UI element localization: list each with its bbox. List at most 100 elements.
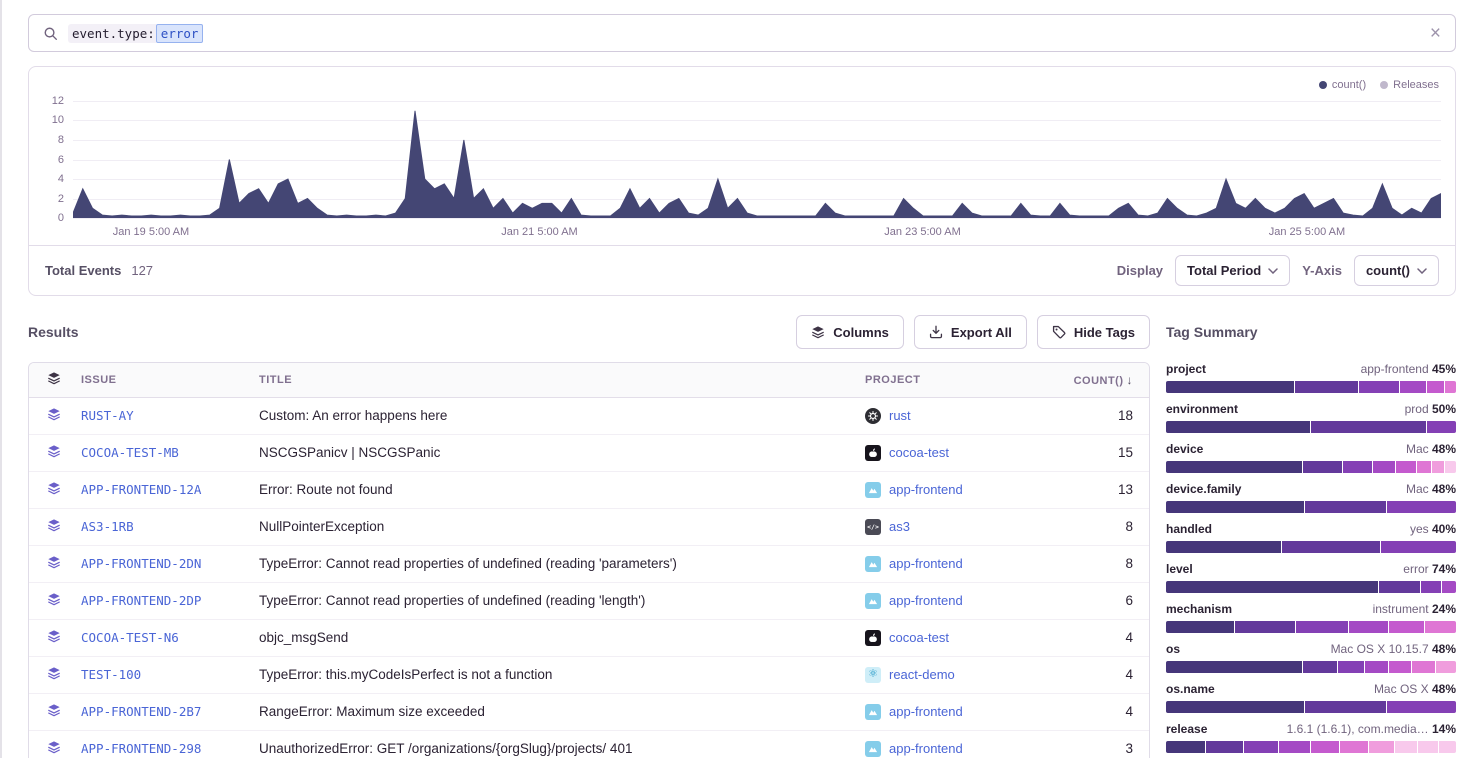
tag-bar-segment bbox=[1412, 661, 1435, 673]
y-axis-dropdown[interactable]: count() bbox=[1354, 255, 1439, 286]
tag-bar-segment bbox=[1303, 461, 1343, 473]
event-count: 15 bbox=[1118, 445, 1133, 460]
issue-link[interactable]: APP-FRONTEND-2DP bbox=[81, 593, 201, 608]
tag-bar-segment bbox=[1442, 581, 1456, 593]
tag-bar-segment bbox=[1311, 421, 1426, 433]
event-count: 4 bbox=[1125, 667, 1133, 682]
project-link[interactable]: app-frontend bbox=[889, 556, 963, 571]
tag-bar-segment bbox=[1206, 741, 1243, 753]
tag-bar-segment bbox=[1445, 381, 1456, 393]
project-link[interactable]: app-frontend bbox=[889, 482, 963, 497]
tag-name: handled bbox=[1166, 522, 1212, 536]
tag-bar-segment bbox=[1303, 661, 1337, 673]
project-link[interactable]: cocoa-test bbox=[889, 630, 949, 645]
chevron-down-icon bbox=[1268, 268, 1278, 274]
event-volume-chart[interactable] bbox=[73, 101, 1441, 218]
column-header-count[interactable]: COUNT()↓ bbox=[1057, 363, 1149, 397]
download-icon bbox=[929, 325, 943, 339]
tag-bar-segment bbox=[1166, 541, 1281, 553]
chevron-down-icon bbox=[1417, 268, 1427, 274]
project-icon bbox=[865, 482, 881, 498]
issue-link[interactable]: AS3-1RB bbox=[81, 519, 134, 534]
issue-link[interactable]: COCOA-TEST-N6 bbox=[81, 630, 179, 645]
issue-link[interactable]: APP-FRONTEND-12A bbox=[81, 482, 201, 497]
issue-layers-icon bbox=[47, 740, 61, 754]
tag-distribution-bar[interactable] bbox=[1166, 661, 1456, 673]
project-icon bbox=[865, 630, 881, 646]
search-query-value[interactable]: error bbox=[156, 24, 204, 43]
tag-top-value: Mac 48% bbox=[1406, 442, 1456, 456]
issue-title: Error: Route not found bbox=[259, 482, 393, 497]
tag-distribution-bar[interactable] bbox=[1166, 501, 1456, 513]
legend-item[interactable]: Releases bbox=[1380, 79, 1439, 91]
results-heading: Results bbox=[28, 324, 79, 340]
table-row: AS3-1RB NullPointerException </> as3 8 bbox=[29, 508, 1149, 545]
display-dropdown[interactable]: Total Period bbox=[1175, 255, 1290, 286]
project-link[interactable]: app-frontend bbox=[889, 593, 963, 608]
hide-tags-button[interactable]: Hide Tags bbox=[1037, 315, 1150, 349]
tag-bar-segment bbox=[1279, 741, 1310, 753]
legend-item[interactable]: count() bbox=[1319, 79, 1366, 91]
issue-link[interactable]: RUST-AY bbox=[81, 408, 134, 423]
tag-name: mechanism bbox=[1166, 602, 1232, 616]
x-tick-label: Jan 25 5:00 AM bbox=[1269, 226, 1345, 238]
chart-y-axis: 024681012 bbox=[37, 101, 73, 218]
tag-name: os.name bbox=[1166, 682, 1215, 696]
column-header-stack[interactable] bbox=[29, 363, 65, 397]
tag-name: device.family bbox=[1166, 482, 1241, 496]
search-query-key[interactable]: event.type: bbox=[68, 24, 156, 43]
issue-link[interactable]: COCOA-TEST-MB bbox=[81, 445, 179, 460]
issue-link[interactable]: APP-FRONTEND-2B7 bbox=[81, 704, 201, 719]
tag-bar-segment bbox=[1425, 621, 1456, 633]
tag-bar-segment bbox=[1445, 461, 1456, 473]
layers-icon bbox=[811, 325, 825, 339]
column-header-title[interactable]: TITLE bbox=[243, 363, 849, 397]
issue-link[interactable]: TEST-100 bbox=[81, 667, 141, 682]
project-link[interactable]: react-demo bbox=[889, 667, 955, 682]
tag-bar-segment bbox=[1436, 661, 1456, 673]
layers-icon bbox=[47, 371, 61, 385]
tag-distribution-bar[interactable] bbox=[1166, 741, 1456, 753]
project-link[interactable]: rust bbox=[889, 408, 911, 423]
issue-layers-icon bbox=[47, 629, 61, 643]
tag-bar-segment bbox=[1395, 741, 1417, 753]
y-tick-label: 4 bbox=[58, 173, 64, 185]
issue-title: Custom: An error happens here bbox=[259, 408, 447, 423]
tag-bar-segment bbox=[1166, 661, 1302, 673]
tag-distribution-bar[interactable] bbox=[1166, 461, 1456, 473]
event-count: 3 bbox=[1125, 741, 1133, 756]
column-header-issue[interactable]: ISSUE bbox=[65, 363, 243, 397]
project-link[interactable]: cocoa-test bbox=[889, 445, 949, 460]
table-row: COCOA-TEST-MB NSCGSPanicv | NSCGSPanic c… bbox=[29, 434, 1149, 471]
search-bar[interactable]: event.type:error × bbox=[28, 14, 1456, 52]
tag-name: environment bbox=[1166, 402, 1238, 416]
project-link[interactable]: app-frontend bbox=[889, 741, 963, 756]
total-events-value: 127 bbox=[131, 263, 153, 278]
column-header-project[interactable]: PROJECT bbox=[849, 363, 1057, 397]
tag-bar-segment bbox=[1244, 741, 1278, 753]
event-count: 4 bbox=[1125, 704, 1133, 719]
total-events-label: Total Events bbox=[45, 263, 121, 278]
export-all-button[interactable]: Export All bbox=[914, 315, 1027, 349]
tag-distribution-bar[interactable] bbox=[1166, 421, 1456, 433]
issue-link[interactable]: APP-FRONTEND-2DN bbox=[81, 556, 201, 571]
tag-bar-segment bbox=[1166, 421, 1310, 433]
tag-distribution-bar[interactable] bbox=[1166, 381, 1456, 393]
project-link[interactable]: app-frontend bbox=[889, 704, 963, 719]
tag-bar-segment bbox=[1359, 381, 1399, 393]
tag-distribution-bar[interactable] bbox=[1166, 541, 1456, 553]
project-icon: ⚛ bbox=[865, 667, 881, 683]
search-query[interactable]: event.type:error bbox=[68, 24, 203, 43]
tag-distribution-bar[interactable] bbox=[1166, 621, 1456, 633]
project-link[interactable]: as3 bbox=[889, 519, 910, 534]
issue-link[interactable]: APP-FRONTEND-298 bbox=[81, 741, 201, 756]
tag-bar-segment bbox=[1387, 501, 1456, 513]
tag-distribution-bar[interactable] bbox=[1166, 701, 1456, 713]
issue-title: NullPointerException bbox=[259, 519, 384, 534]
table-row: RUST-AY Custom: An error happens here ru… bbox=[29, 397, 1149, 434]
tag-distribution-bar[interactable] bbox=[1166, 581, 1456, 593]
x-tick-label: Jan 19 5:00 AM bbox=[113, 226, 189, 238]
clear-search-icon[interactable]: × bbox=[1430, 24, 1441, 43]
y-tick-label: 6 bbox=[58, 154, 64, 166]
columns-button[interactable]: Columns bbox=[796, 315, 904, 349]
